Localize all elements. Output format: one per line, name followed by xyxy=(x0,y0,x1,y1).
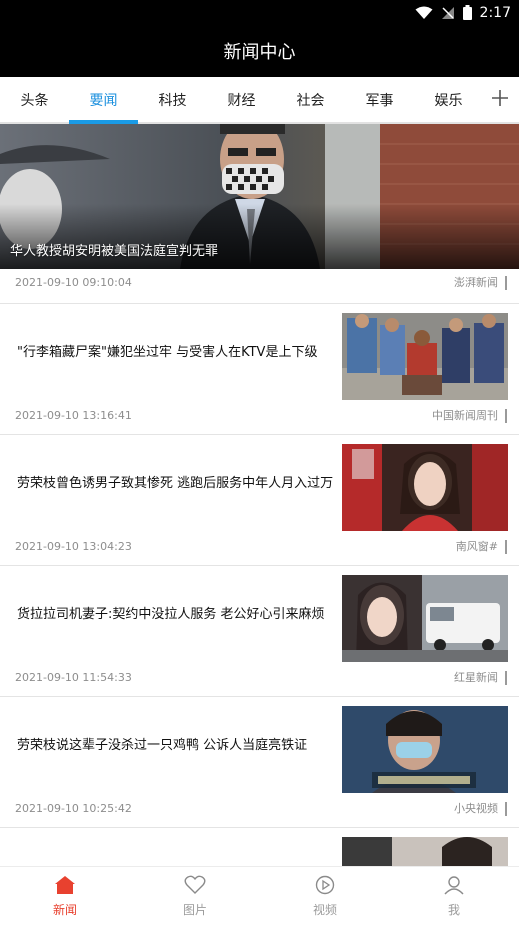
news-source: 小央视频 xyxy=(454,802,507,816)
tab-junshi[interactable]: 军事 xyxy=(345,77,414,122)
tab-label: 头条 xyxy=(20,92,49,109)
nav-pictures[interactable]: 图片 xyxy=(130,867,260,925)
news-source: 澎湃新闻 xyxy=(454,276,507,290)
list-item[interactable] xyxy=(0,828,519,866)
play-icon xyxy=(314,875,336,898)
article-headline: "行李箱藏尸案"嫌犯坐过牢 与受害人在KTV是上下级 xyxy=(17,304,335,400)
tab-toutiao[interactable]: 头条 xyxy=(0,77,69,122)
wifi-icon xyxy=(415,6,433,20)
article-thumbnail xyxy=(342,444,508,531)
publish-time: 2021-09-10 09:10:04 xyxy=(15,276,132,289)
nav-label: 图片 xyxy=(182,902,207,917)
tab-caijing[interactable]: 财经 xyxy=(207,77,276,122)
tab-label: 娱乐 xyxy=(434,92,463,109)
battery-icon xyxy=(462,5,472,20)
tab-label: 要闻 xyxy=(89,92,118,109)
list-item[interactable]: "行李箱藏尸案"嫌犯坐过牢 与受害人在KTV是上下级 2021-09-10 13… xyxy=(0,304,519,434)
hero-meta: 2021-09-10 09:10:04 澎湃新闻 xyxy=(0,273,519,293)
article-meta: 2021-09-10 10:25:42 小央视频 xyxy=(0,799,519,819)
page-title: 新闻中心 xyxy=(223,42,296,63)
news-source: 中国新闻周刊 xyxy=(432,409,507,423)
publish-time: 2021-09-10 10:25:42 xyxy=(15,802,132,815)
status-bar: 2:17 xyxy=(0,0,519,25)
news-source: 红星新闻 xyxy=(454,671,507,685)
publish-time: 2021-09-10 13:16:41 xyxy=(15,409,132,422)
article-headline: 货拉拉司机妻子:契约中没拉人服务 老公好心引来麻烦 xyxy=(17,566,335,662)
tab-label: 军事 xyxy=(365,92,394,109)
tab-keji[interactable]: 科技 xyxy=(138,77,207,122)
headline-text: 劳荣枝说这辈子没杀过一只鸡鸭 公诉人当庭亮铁证 xyxy=(17,737,308,753)
headline-text: 劳荣枝曾色诱男子致其惨死 逃跑后服务中年人月入过万 xyxy=(17,475,334,491)
article-thumbnail xyxy=(342,313,508,400)
nav-me[interactable]: 我 xyxy=(389,867,519,925)
add-channel-button[interactable] xyxy=(481,77,519,122)
nav-label: 新闻 xyxy=(52,902,77,917)
plus-icon xyxy=(491,89,509,111)
tab-shehui[interactable]: 社会 xyxy=(276,77,345,122)
status-time: 2:17 xyxy=(479,4,511,21)
article-headline: 劳荣枝曾色诱男子致其惨死 逃跑后服务中年人月入过万 xyxy=(17,435,335,531)
article-thumbnail xyxy=(342,837,508,866)
user-icon xyxy=(443,875,465,898)
news-feed[interactable]: 华人教授胡安明被美国法庭宣判无罪 2021-09-10 09:10:04 澎湃新… xyxy=(0,124,519,866)
news-source: 南风窗# xyxy=(456,540,507,554)
article-thumbnail xyxy=(342,706,508,793)
article-meta: 2021-09-10 11:54:33 红星新闻 xyxy=(0,668,519,688)
article-meta: 2021-09-10 13:16:41 中国新闻周刊 xyxy=(0,406,519,426)
article-headline: 劳荣枝说这辈子没杀过一只鸡鸭 公诉人当庭亮铁证 xyxy=(17,697,335,793)
nav-news[interactable]: 新闻 xyxy=(0,867,130,925)
tab-yule[interactable]: 娱乐 xyxy=(414,77,483,122)
publish-time: 2021-09-10 13:04:23 xyxy=(15,540,132,553)
hero-caption: 华人教授胡安明被美国法庭宣判无罪 xyxy=(10,244,219,259)
category-tabs: 头条 要闻 科技 财经 社会 军事 娱乐 xyxy=(0,77,519,124)
heart-icon xyxy=(184,875,206,898)
nav-label: 我 xyxy=(447,902,460,917)
tab-label: 科技 xyxy=(158,92,187,109)
hero-article[interactable]: 华人教授胡安明被美国法庭宣判无罪 xyxy=(0,124,519,269)
article-meta: 2021-09-10 13:04:23 南风窗# xyxy=(0,537,519,557)
list-item[interactable]: 劳荣枝曾色诱男子致其惨死 逃跑后服务中年人月入过万 2021-09-10 13:… xyxy=(0,435,519,565)
bottom-navigation: 新闻 图片 视频 我 xyxy=(0,866,519,924)
app-header: 新闻中心 xyxy=(0,25,519,77)
publish-time: 2021-09-10 11:54:33 xyxy=(15,671,132,684)
headline-text: "行李箱藏尸案"嫌犯坐过牢 与受害人在KTV是上下级 xyxy=(17,344,318,360)
list-item[interactable]: 劳荣枝说这辈子没杀过一只鸡鸭 公诉人当庭亮铁证 2021-09-10 10:25… xyxy=(0,697,519,827)
home-icon xyxy=(54,875,76,898)
no-signal-icon xyxy=(441,6,455,20)
list-item[interactable]: 货拉拉司机妻子:契约中没拉人服务 老公好心引来麻烦 2021-09-10 11:… xyxy=(0,566,519,696)
tab-label: 财经 xyxy=(227,92,256,109)
nav-video[interactable]: 视频 xyxy=(260,867,390,925)
article-thumbnail xyxy=(342,575,508,662)
nav-label: 视频 xyxy=(312,902,337,917)
tab-label: 社会 xyxy=(296,92,325,109)
tab-yaowen[interactable]: 要闻 xyxy=(69,77,138,124)
headline-text: 货拉拉司机妻子:契约中没拉人服务 老公好心引来麻烦 xyxy=(17,606,325,622)
